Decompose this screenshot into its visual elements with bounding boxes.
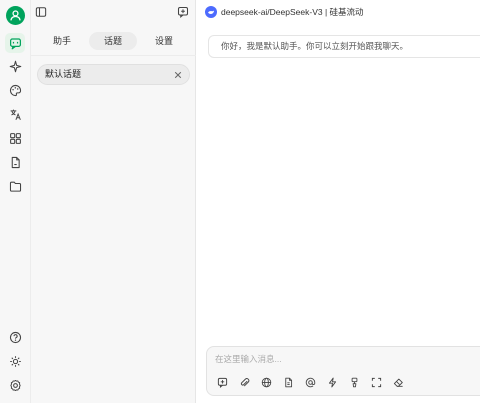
- folder-icon: [9, 181, 21, 192]
- nav-apps-button[interactable]: [7, 130, 23, 146]
- new-topic-button[interactable]: [177, 6, 189, 18]
- quick-phrase-button[interactable]: [325, 375, 339, 389]
- clear-context-icon: [351, 377, 357, 387]
- knowledge-base-button[interactable]: [281, 375, 295, 389]
- new-topic-tool-button[interactable]: [215, 375, 229, 389]
- panel-tabs: 助手 话题 设置: [31, 30, 196, 52]
- tab-settings[interactable]: 设置: [148, 32, 180, 50]
- settings-icon: [9, 379, 21, 391]
- settings-button[interactable]: [7, 377, 23, 393]
- knowledge-base-icon: [284, 377, 292, 387]
- help-button[interactable]: [7, 329, 23, 345]
- translate-icon: [10, 109, 21, 120]
- clear-context-button[interactable]: [347, 375, 361, 389]
- nav-files-button[interactable]: [7, 154, 23, 170]
- topics-panel: 助手 话题 设置 默认话题: [31, 0, 196, 403]
- chat-icon: [9, 37, 21, 49]
- mention-icon: [305, 377, 315, 387]
- topic-delete-button[interactable]: [172, 69, 183, 80]
- user-icon: [10, 10, 21, 21]
- theme-icon: [9, 355, 21, 367]
- palette-icon: [9, 84, 21, 96]
- user-avatar[interactable]: [6, 6, 25, 25]
- topic-label: 默认话题: [45, 69, 82, 79]
- fullscreen-icon: [371, 377, 381, 387]
- fullscreen-button[interactable]: [369, 375, 383, 389]
- new-topic-icon: [217, 377, 227, 388]
- tab-assistants[interactable]: 助手: [46, 32, 78, 50]
- deepseek-logo-icon: [208, 10, 214, 15]
- icon-rail: [0, 0, 31, 403]
- model-logo[interactable]: [205, 6, 217, 18]
- quick-phrase-icon: [328, 377, 336, 387]
- clear-messages-button[interactable]: [391, 375, 405, 389]
- nav-translate-button[interactable]: [7, 106, 23, 122]
- assistant-message-text: 你好，我是默认助手。你可以立刻开始跟我聊天。: [221, 41, 409, 51]
- theme-toggle-button[interactable]: [7, 353, 23, 369]
- files-icon: [11, 156, 20, 168]
- topic-item[interactable]: 默认话题: [37, 64, 190, 85]
- clear-icon: [393, 378, 403, 387]
- chat-main: deepseek-ai/DeepSeek-V3 | 硅基流动 你好，我是默认助手…: [196, 0, 480, 403]
- attachment-icon: [240, 377, 249, 386]
- web-search-icon: [261, 377, 271, 387]
- message-composer: [206, 346, 480, 396]
- web-search-button[interactable]: [259, 375, 273, 389]
- panel-toolbar: [31, 0, 196, 24]
- chat-header: deepseek-ai/DeepSeek-V3 | 硅基流动: [196, 0, 480, 24]
- apps-icon: [9, 132, 21, 144]
- sparkle-icon: [9, 60, 21, 72]
- close-icon: [174, 71, 181, 78]
- model-selector[interactable]: deepseek-ai/DeepSeek-V3 | 硅基流动: [221, 6, 364, 18]
- nav-folder-button[interactable]: [7, 178, 23, 194]
- message-input[interactable]: [215, 351, 475, 367]
- panel-divider: [31, 55, 196, 56]
- nav-paint-button[interactable]: [7, 82, 23, 98]
- mention-model-button[interactable]: [303, 375, 317, 389]
- nav-agents-button[interactable]: [7, 58, 23, 74]
- nav-chat-button[interactable]: [5, 33, 25, 53]
- attachment-button[interactable]: [237, 375, 251, 389]
- toggle-sidebar-button[interactable]: [35, 6, 47, 18]
- assistant-message: 你好，我是默认助手。你可以立刻开始跟我聊天。: [208, 35, 480, 58]
- new-chat-icon: [177, 6, 189, 18]
- tab-topics[interactable]: 话题: [89, 32, 137, 50]
- sidebar-toggle-icon: [35, 7, 47, 17]
- help-icon: [9, 331, 21, 343]
